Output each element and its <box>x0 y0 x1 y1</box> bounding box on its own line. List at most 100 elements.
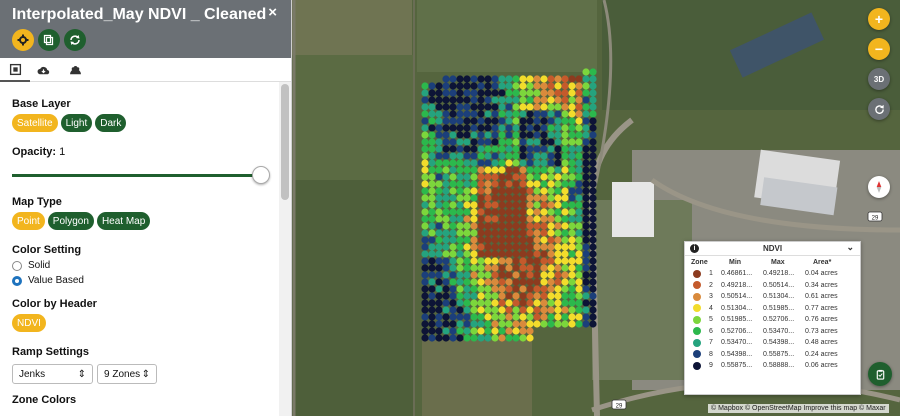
ndvi-point <box>456 313 464 321</box>
ndvi-point <box>575 215 583 223</box>
opacity-slider[interactable] <box>12 166 270 184</box>
ndvi-point <box>470 285 478 293</box>
base-layer-satellite[interactable]: Satellite <box>12 114 58 132</box>
ndvi-point <box>505 250 513 258</box>
tab-users[interactable] <box>60 58 90 82</box>
ndvi-point <box>505 320 513 328</box>
color-setting-solid[interactable]: Solid <box>12 260 276 271</box>
zone-count-select[interactable]: 9 Zones ⇕ <box>97 364 157 384</box>
ndvi-point <box>484 250 492 258</box>
ndvi-point <box>526 82 534 90</box>
ndvi-point <box>428 103 436 111</box>
ndvi-point <box>582 110 590 118</box>
ndvi-point <box>470 138 478 146</box>
ndvi-point <box>540 96 548 104</box>
ndvi-point <box>554 208 562 216</box>
map-type-point[interactable]: Point <box>12 212 45 230</box>
zoom-in-button[interactable]: + <box>868 8 890 30</box>
ndvi-point <box>582 229 590 237</box>
ndvi-point <box>589 131 597 139</box>
ndvi-point <box>589 299 597 307</box>
ndvi-point <box>470 222 478 230</box>
ndvi-point <box>491 313 499 321</box>
ndvi-point <box>582 264 590 272</box>
panel-scrollbar-thumb[interactable] <box>281 84 289 200</box>
ndvi-point <box>456 334 464 342</box>
ndvi-point <box>526 236 534 244</box>
map-view[interactable]: 29 29 + − 3D i NDVI ⌄ Zone Min Max Area*… <box>292 0 900 416</box>
ndvi-point <box>477 96 485 104</box>
ndvi-point <box>526 306 534 314</box>
ndvi-point <box>470 166 478 174</box>
ndvi-point <box>449 285 457 293</box>
zone-color-swatch <box>693 315 701 324</box>
ndvi-point <box>512 257 520 265</box>
ndvi-point <box>449 110 457 118</box>
color-setting-value-based[interactable]: Value Based <box>12 275 276 286</box>
legend-min: 0.53470... <box>721 339 753 347</box>
compass-icon <box>876 181 882 193</box>
view-3d-button[interactable]: 3D <box>868 68 890 90</box>
compass-button[interactable] <box>868 176 890 198</box>
rotate-button[interactable] <box>868 98 890 120</box>
ndvi-point <box>498 138 506 146</box>
ndvi-point <box>449 180 457 188</box>
copy-button[interactable] <box>38 29 60 51</box>
tab-layer-settings[interactable] <box>0 58 30 82</box>
ndvi-point <box>498 278 506 286</box>
chevron-down-icon[interactable]: ⌄ <box>846 242 854 253</box>
ndvi-point <box>463 229 471 237</box>
ndvi-point <box>456 145 464 153</box>
ndvi-point <box>561 75 569 83</box>
map-type-polygon[interactable]: Polygon <box>47 212 94 230</box>
ndvi-point <box>519 138 527 146</box>
ndvi-point <box>568 278 576 286</box>
ndvi-point <box>435 257 443 265</box>
settings-button[interactable] <box>12 29 34 51</box>
ndvi-point <box>568 89 576 97</box>
ndvi-point <box>463 243 471 251</box>
ndvi-point <box>442 117 450 125</box>
close-button[interactable]: × <box>268 4 277 21</box>
ndvi-point <box>484 152 492 160</box>
base-layer-light[interactable]: Light <box>60 114 93 132</box>
ndvi-point <box>582 278 590 286</box>
ndvi-point <box>491 138 499 146</box>
ndvi-point <box>435 96 443 104</box>
zoom-out-button[interactable]: − <box>868 38 890 60</box>
ndvi-point <box>477 166 485 174</box>
ndvi-point <box>575 250 583 258</box>
ndvi-point <box>463 257 471 265</box>
base-layer-dark[interactable]: Dark <box>95 114 127 132</box>
ndvi-point <box>547 313 555 321</box>
ndvi-point <box>547 173 555 181</box>
ndvi-point <box>435 306 443 314</box>
ndvi-point <box>505 236 513 244</box>
ndvi-point <box>428 131 436 139</box>
radio-solid[interactable] <box>12 260 22 271</box>
ndvi-point <box>456 215 464 223</box>
ndvi-point <box>561 243 569 251</box>
opacity-handle[interactable] <box>252 166 270 184</box>
radio-value-based[interactable] <box>12 275 22 286</box>
ndvi-point <box>568 236 576 244</box>
ndvi-point <box>589 250 597 258</box>
ramp-method-select[interactable]: Jenks ⇕ <box>12 364 93 384</box>
header-ndvi[interactable]: NDVI <box>12 314 46 332</box>
zone-color-swatch <box>693 361 701 370</box>
ndvi-point <box>561 292 569 300</box>
ndvi-point <box>435 187 443 195</box>
tab-cloud-download[interactable] <box>28 58 58 82</box>
sync-button[interactable] <box>64 29 86 51</box>
map-type-heat-map[interactable]: Heat Map <box>96 212 151 230</box>
ndvi-point <box>589 320 597 328</box>
ndvi-point <box>491 117 499 125</box>
ndvi-point <box>470 271 478 279</box>
legend-row: 9 0.55875... 0.58888... 0.06 acres <box>685 360 860 372</box>
ndvi-point <box>463 96 471 104</box>
panel-scrollbar[interactable] <box>279 82 291 416</box>
ndvi-point <box>568 103 576 111</box>
ndvi-point <box>554 264 562 272</box>
clipboard-button[interactable] <box>868 362 892 386</box>
ndvi-point <box>505 257 513 265</box>
